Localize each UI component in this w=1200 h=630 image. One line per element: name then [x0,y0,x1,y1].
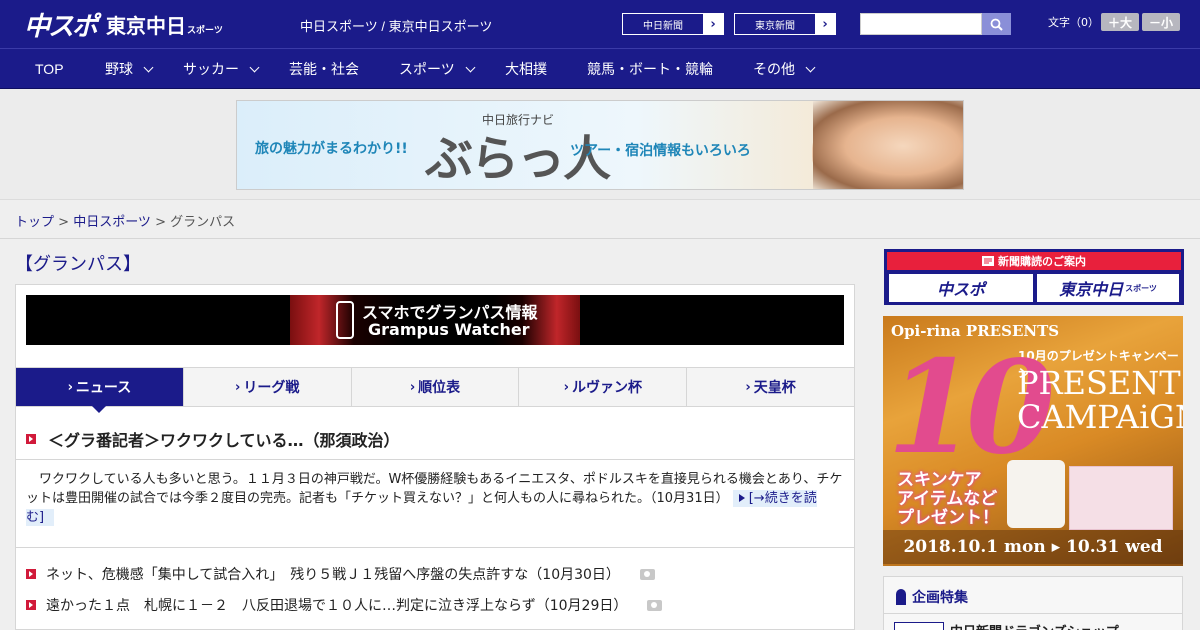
nav-entertainment[interactable]: 芸能・社会 [289,49,359,89]
campaign-line1: PRESENT [1017,364,1181,402]
main-content: スマホでグランパス情報 Grampus Watcher › ニュース › リーグ戦 … [15,284,855,630]
bullet-icon [26,569,36,579]
search-button[interactable] [982,13,1011,35]
font-size-up-button[interactable]: ＋大 [1101,13,1139,31]
feature-item-dragons-shop[interactable]: 中日新聞ドラゴンズショップ [950,621,1119,630]
campaign-dates: 2018.10.1 mon ▸ 10.31 wed [883,530,1183,564]
chevron-down-icon [805,62,816,72]
ad-right-text: ツアー・宿泊情報もいろいろ [570,143,751,159]
promo-background: スマホでグランパス情報 Grampus Watcher [290,295,580,345]
bullet-icon [26,434,36,444]
nav-sumo[interactable]: 大相撲 [505,49,547,89]
breadcrumb-top-link[interactable]: トップ [15,215,54,230]
play-triangle-icon [738,494,745,502]
search-input[interactable] [860,13,982,35]
camera-icon [639,568,655,580]
news-title: 遠かった１点 札幌に１－２ 八反田退場で１０人に…判定に泣き浮上ならず（10月2… [46,598,628,614]
newspaper-icon [982,256,994,266]
logo-tokyo-chunichi: 東京中日スポーツ [106,13,223,38]
feature-thumbnail[interactable] [894,622,944,630]
category-tabs: › ニュース › リーグ戦 › 順位表 › ルヴァン杯 › 天皇杯 [16,367,854,413]
campaign-line2: CAMPAiGN [1017,398,1183,436]
subscribe-chuspo-link[interactable]: 中スポ [889,274,1033,302]
camera-icon [647,599,663,611]
subscribe-tokyo-chunichi-link[interactable]: 東京中日 スポーツ [1037,274,1179,302]
travel-ad-banner[interactable]: 旅の魅力がまるわかり!! 中日旅行ナビ ぶらっ人 ツアー・宿泊情報もいろいろ [236,100,964,190]
page-title: 【グランパス】 [15,254,141,275]
chunichi-shimbun-button[interactable]: 中日新聞 › [622,13,724,35]
divider [16,547,854,548]
headline-text: ＜グラ番記者＞ワクワクしている…（那須政治） [48,431,400,450]
tab-emperors-cup[interactable]: › 天皇杯 [687,368,854,406]
site-logo[interactable]: 中スポ 東京中日スポーツ [24,8,223,42]
present-campaign-ad[interactable]: Opi-rina PRESENTS 10月のプレゼントキャンペーン 10 PRE… [883,316,1183,566]
woman-photo [813,101,963,189]
chevron-right-icon: › [815,14,835,34]
campaign-skincare-text: スキンケア アイテムなど プレゼント！ [897,470,999,528]
breadcrumb-current: グランパス [170,215,236,230]
news-item[interactable]: 遠かった１点 札幌に１－２ 八反田退場で１０人に…判定に泣き浮上ならず（10月2… [26,595,663,615]
search-icon [990,18,1003,31]
headline[interactable]: ＜グラ番記者＞ワクワクしている…（那須政治） [26,427,400,451]
site-header: 中スポ 東京中日スポーツ 中日スポーツ / 東京中日スポーツ 中日新聞 › 東京… [0,0,1200,48]
bullet-icon [26,600,36,610]
news-item[interactable]: ネット、危機感「集中して試合入れ」 残り５戦Ｊ１残留へ序盤の失点許すな（10月3… [26,564,655,584]
gift-box-image [1069,466,1173,530]
grampus-watcher-banner[interactable]: スマホでグランパス情報 Grampus Watcher [26,295,844,345]
ad-area: 旅の魅力がまるわかり!! 中日旅行ナビ ぶらっ人 ツアー・宿泊情報もいろいろ [0,89,1200,200]
nav-sports[interactable]: スポーツ [399,49,476,89]
subscription-header: 新聞購読のご案内 [887,252,1181,270]
chevron-down-icon [465,62,476,72]
lead-paragraph: ワクワクしている人も多いと思う。１１月３日の神戸戦だ。W杯優勝経験もあるイニエス… [26,472,843,526]
logo-chuspo: 中スポ [24,11,98,42]
nav-soccer[interactable]: サッカー [183,49,260,89]
ad-left-text: 旅の魅力がまるわかり!! [255,141,408,157]
chevron-down-icon [249,62,260,72]
subscription-box: 新聞購読のご案内 中スポ 東京中日 スポーツ [884,249,1184,305]
breadcrumb-section-link[interactable]: 中日スポーツ [73,215,151,230]
cream-jar-image [1007,460,1065,528]
nav-racing[interactable]: 競馬・ボート・競輪 [587,49,713,89]
ribbon-icon [896,589,906,605]
smartphone-icon [336,301,354,339]
font-size-down-button[interactable]: －小 [1142,13,1180,31]
chevron-right-icon: › [703,14,723,34]
tab-news[interactable]: › ニュース [16,368,184,413]
chevron-down-icon [143,62,154,72]
nav-top[interactable]: TOP [35,49,64,89]
divider [16,459,854,460]
site-name: 中日スポーツ / 東京中日スポーツ [300,19,493,34]
feature-title: 企画特集 [896,587,968,607]
news-title: ネット、危機感「集中して試合入れ」 残り５戦Ｊ１残留へ序盤の失点許すな（10月3… [46,567,620,583]
tab-levain-cup[interactable]: › ルヴァン杯 [519,368,688,406]
tab-standings[interactable]: › 順位表 [351,368,520,406]
divider [884,613,1182,614]
divider [0,238,1200,239]
breadcrumb: トップ > 中日スポーツ > グランパス [15,215,236,230]
main-nav: TOP 野球 サッカー 芸能・社会 スポーツ 大相撲 競馬・ボート・競輪 その他 [0,48,1200,89]
tokyo-shimbun-button[interactable]: 東京新聞 › [734,13,836,35]
promo-line2: Grampus Watcher [368,320,530,339]
nav-baseball[interactable]: 野球 [105,49,154,89]
feature-box: 企画特集 中日新聞ドラゴンズショップ [883,576,1183,630]
nav-other[interactable]: その他 [753,49,816,89]
tab-league[interactable]: › リーグ戦 [183,368,352,406]
font-size-label: 文字（0） [1048,16,1099,29]
